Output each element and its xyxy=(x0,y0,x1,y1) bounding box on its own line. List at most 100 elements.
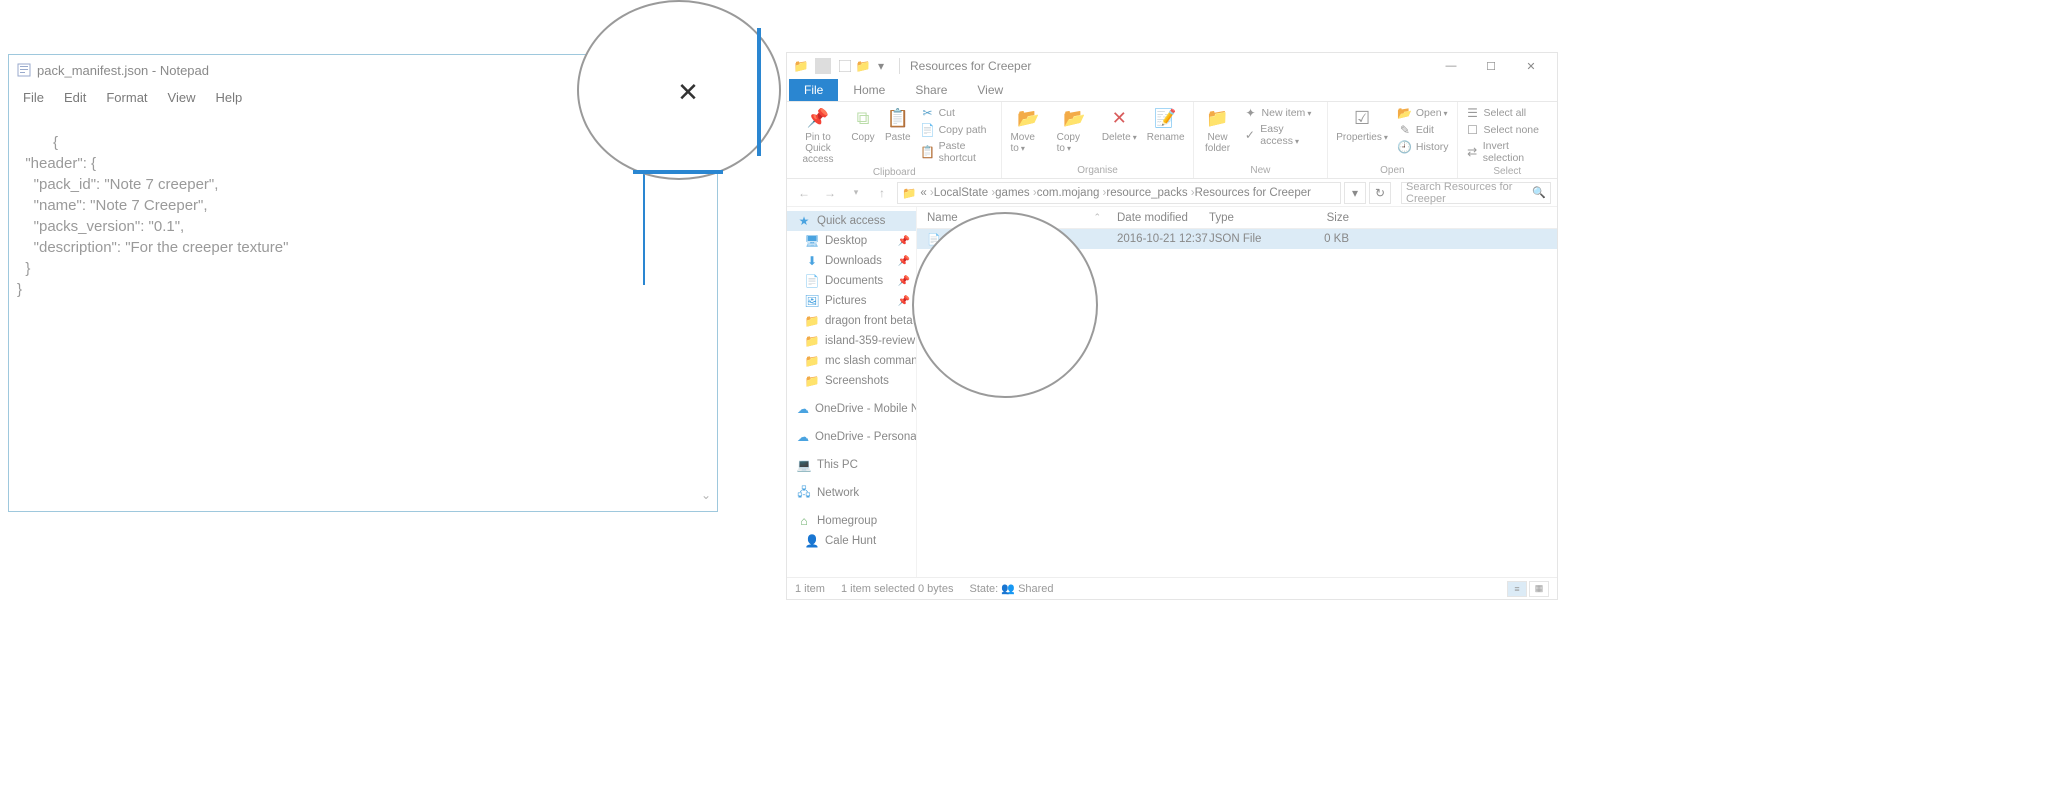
qat-properties-icon[interactable] xyxy=(837,58,853,74)
details-view-button[interactable]: ≡ xyxy=(1507,581,1527,597)
back-button[interactable]: ← xyxy=(793,182,815,204)
nav-desktop[interactable]: 🖥Desktop📌 xyxy=(787,231,916,251)
qat-newfolder-icon[interactable]: 📁 xyxy=(855,58,871,74)
nav-quick-access[interactable]: ★Quick access xyxy=(787,211,916,231)
new-item-button[interactable]: ✦New item▾ xyxy=(1244,106,1320,120)
chevron-down-icon: ▾ xyxy=(1384,133,1388,142)
menu-file[interactable]: File xyxy=(13,88,54,107)
nav-folder[interactable]: 📁Screenshots xyxy=(787,371,916,391)
nav-label: OneDrive - Personal xyxy=(815,431,916,443)
up-button[interactable]: ↑ xyxy=(871,182,893,204)
edit-button[interactable]: ✎Edit xyxy=(1398,123,1449,137)
scroll-down-icon[interactable]: ⌄ xyxy=(701,485,711,505)
nav-onedrive[interactable]: ☁OneDrive - Personal xyxy=(787,427,916,447)
breadcrumb[interactable]: resource_packs xyxy=(1106,187,1194,199)
qat-separator xyxy=(815,58,831,74)
shared-icon: 👥 xyxy=(1001,583,1015,595)
user-icon: 👤 xyxy=(805,534,819,548)
menu-edit[interactable]: Edit xyxy=(54,88,96,107)
col-date[interactable]: Date modified xyxy=(1117,212,1209,224)
copy-to-label: Copy to▾ xyxy=(1057,132,1092,154)
copy-path-label: Copy path xyxy=(939,124,987,136)
new-folder-label: New folder xyxy=(1202,132,1234,154)
recent-locations-button[interactable]: ▾ xyxy=(845,182,867,204)
minimize-button[interactable]: — xyxy=(1431,53,1471,79)
zoom-caret xyxy=(757,28,761,156)
nav-label: dragon front beta p xyxy=(825,315,916,327)
documents-icon: 📄 xyxy=(805,274,819,288)
folder-icon: 📁 xyxy=(805,354,819,368)
explorer-titlebar[interactable]: 📁 📁 ▾ Resources for Creeper — ☐ ✕ xyxy=(787,53,1557,79)
select-all-button[interactable]: ☰Select all xyxy=(1466,106,1549,120)
address-dropdown-button[interactable]: ▾ xyxy=(1344,182,1366,204)
tab-view[interactable]: View xyxy=(962,79,1018,101)
invert-selection-button[interactable]: ⇄Invert selection xyxy=(1466,140,1549,164)
nav-downloads[interactable]: ⬇Downloads📌 xyxy=(787,251,916,271)
forward-button[interactable]: → xyxy=(819,182,841,204)
col-size[interactable]: Size xyxy=(1297,212,1357,224)
nav-pictures[interactable]: 🖼Pictures📌 xyxy=(787,291,916,311)
search-icon: 🔍 xyxy=(1532,186,1546,199)
tab-share[interactable]: Share xyxy=(900,79,962,101)
address-bar[interactable]: 📁 « LocalState games com.mojang resource… xyxy=(897,182,1341,204)
close-button[interactable]: ✕ xyxy=(1511,53,1551,79)
rename-button[interactable]: 📝Rename xyxy=(1147,106,1185,143)
paste-shortcut-button[interactable]: 📋Paste shortcut xyxy=(921,140,994,164)
copy-path-icon: 📄 xyxy=(921,123,935,137)
paste-button[interactable]: 📋Paste xyxy=(885,106,911,143)
copy-button[interactable]: ⧉Copy xyxy=(851,106,875,143)
status-selected: 1 item selected 0 bytes xyxy=(841,583,954,595)
delete-button[interactable]: ✕Delete▾ xyxy=(1102,106,1137,143)
edit-label: Edit xyxy=(1416,124,1434,136)
chevron-down-icon: ▾ xyxy=(1444,109,1448,118)
history-button[interactable]: 🕘History xyxy=(1398,140,1449,154)
properties-button[interactable]: ☑Properties▾ xyxy=(1336,106,1388,143)
breadcrumb[interactable]: games xyxy=(995,187,1037,199)
close-icon[interactable]: ✕ xyxy=(678,71,697,109)
nav-label: Documents xyxy=(825,275,883,287)
nav-documents[interactable]: 📄Documents📌 xyxy=(787,271,916,291)
notepad-text-area[interactable]: { "header": { "pack_id": "Note 7 creeper… xyxy=(9,109,717,511)
move-to-button[interactable]: 📂Move to▾ xyxy=(1010,106,1046,154)
refresh-button[interactable]: ↻ xyxy=(1369,182,1391,204)
col-type[interactable]: Type xyxy=(1209,212,1297,224)
select-none-icon: ☐ xyxy=(1466,123,1480,137)
pin-to-quick-access-button[interactable]: 📌Pin to Quick access xyxy=(795,106,841,165)
nav-onedrive[interactable]: ☁OneDrive - Mobile Na xyxy=(787,399,916,419)
search-input[interactable]: Search Resources for Creeper 🔍 xyxy=(1401,182,1551,204)
nav-folder[interactable]: 📁island-359-review xyxy=(787,331,916,351)
breadcrumb-root[interactable]: « xyxy=(920,187,933,199)
menu-help[interactable]: Help xyxy=(205,88,252,107)
new-folder-button[interactable]: 📁New folder xyxy=(1202,106,1234,154)
explorer-window: 📁 📁 ▾ Resources for Creeper — ☐ ✕ File H… xyxy=(786,52,1558,600)
copy-path-button[interactable]: 📄 Copy path xyxy=(921,123,994,137)
quick-access-toolbar: 📁 📁 ▾ xyxy=(793,58,889,74)
open-button[interactable]: 📂Open▾ xyxy=(1398,106,1449,120)
menu-format[interactable]: Format xyxy=(96,88,157,107)
select-none-button[interactable]: ☐Select none xyxy=(1466,123,1549,137)
nav-folder[interactable]: 📁dragon front beta p xyxy=(787,311,916,331)
chevron-down-icon: ▾ xyxy=(1307,109,1311,118)
nav-homegroup[interactable]: ⌂Homegroup xyxy=(787,511,916,531)
star-icon: ★ xyxy=(797,214,811,228)
copy-to-button[interactable]: 📂Copy to▾ xyxy=(1057,106,1092,154)
maximize-button[interactable]: ☐ xyxy=(1471,53,1511,79)
tab-home[interactable]: Home xyxy=(838,79,900,101)
icons-view-button[interactable]: ▦ xyxy=(1529,581,1549,597)
nav-folder[interactable]: 📁mc slash command xyxy=(787,351,916,371)
breadcrumb[interactable]: com.mojang xyxy=(1037,187,1107,199)
nav-this-pc[interactable]: 💻This PC xyxy=(787,455,916,475)
cut-button[interactable]: ✂Cut xyxy=(921,106,994,120)
qat-dropdown-icon[interactable]: ▾ xyxy=(873,58,889,74)
move-to-label: Move to▾ xyxy=(1010,132,1046,154)
menu-view[interactable]: View xyxy=(158,88,206,107)
easy-access-button[interactable]: ✓Easy access▾ xyxy=(1244,123,1320,147)
breadcrumb[interactable]: LocalState xyxy=(934,187,995,199)
rename-icon: 📝 xyxy=(1154,106,1178,130)
ribbon: 📌Pin to Quick access ⧉Copy 📋Paste ✂Cut 📄… xyxy=(787,101,1557,179)
zoom-highlight-close: ✕ xyxy=(577,0,781,180)
nav-network[interactable]: 🖧Network xyxy=(787,483,916,503)
breadcrumb[interactable]: Resources for Creeper xyxy=(1195,187,1311,199)
nav-user[interactable]: 👤Cale Hunt xyxy=(787,531,916,551)
tab-file[interactable]: File xyxy=(789,79,838,101)
